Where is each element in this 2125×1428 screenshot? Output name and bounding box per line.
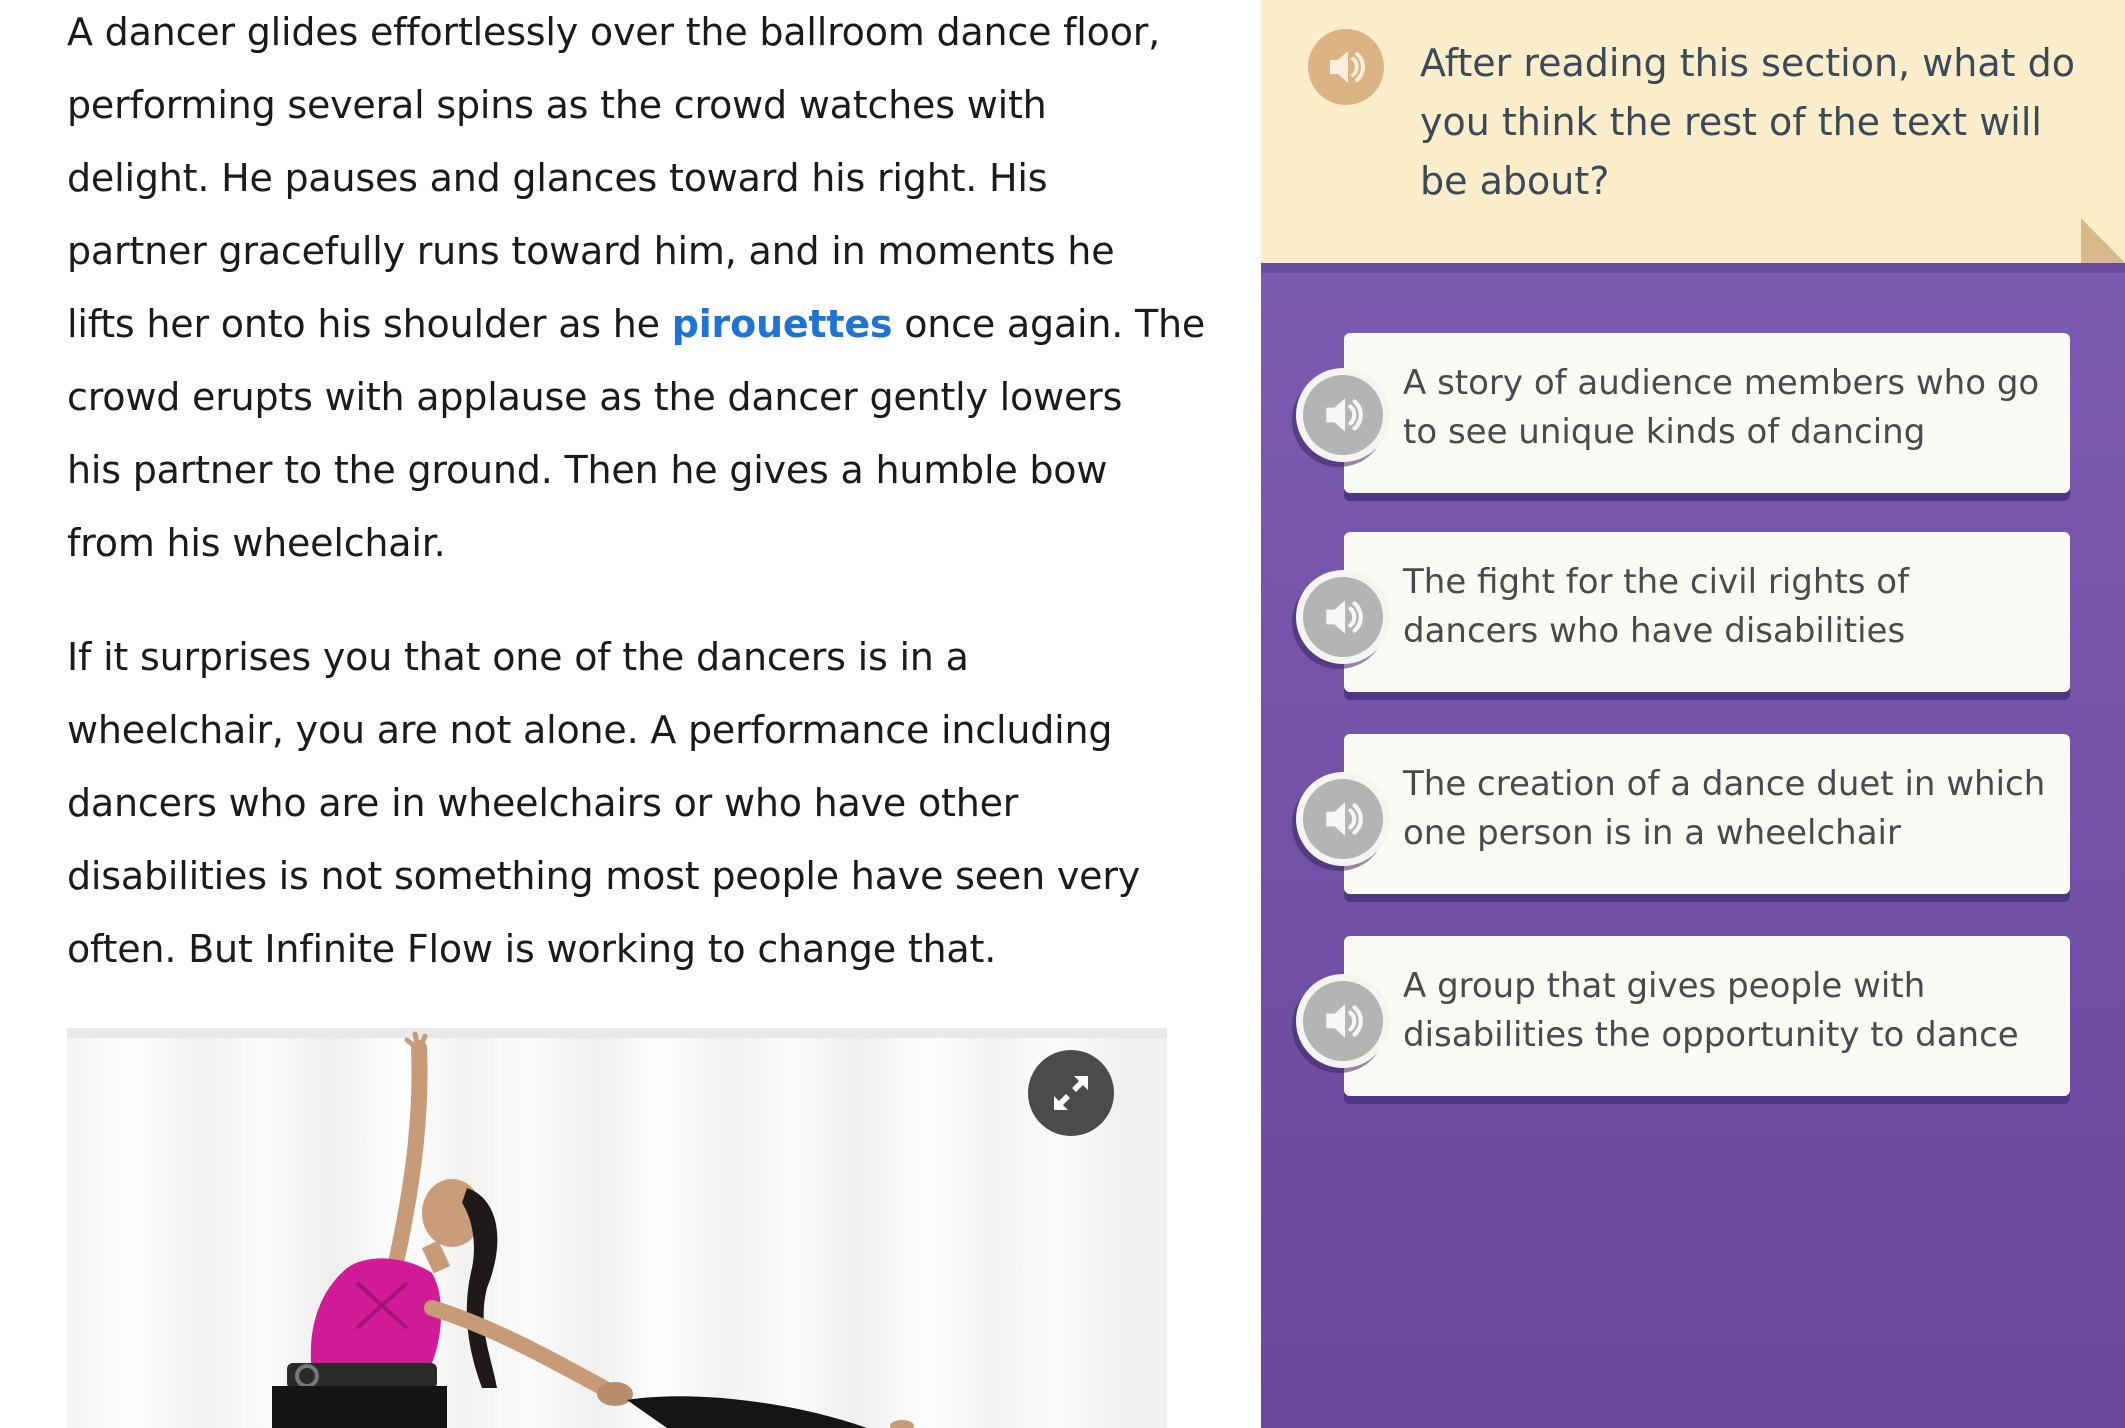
vocabulary-word-link[interactable]: pirouettes xyxy=(672,302,893,346)
passage-photo xyxy=(67,1028,1167,1428)
text-line: crowd erupts with applause as the dancer… xyxy=(67,375,1123,419)
question-panel: After reading this section, what do you … xyxy=(1261,0,2125,1428)
text-line: performing several spins as the crowd wa… xyxy=(67,83,1047,127)
prompt-corner-fold xyxy=(2081,218,2125,263)
answer-choice-3[interactable]: The creation of a dance duet in which on… xyxy=(1344,734,2070,894)
text-segment: lifts her onto his shoulder as he xyxy=(67,302,672,346)
question-prompt-card: After reading this section, what do you … xyxy=(1261,0,2125,263)
expand-image-button[interactable] xyxy=(1028,1050,1114,1136)
expand-arrows-icon xyxy=(1054,1076,1088,1110)
prompt-audio-button[interactable] xyxy=(1308,29,1384,105)
text-line: wheelchair, you are not alone. A perform… xyxy=(67,708,1113,752)
text-line: delight. He pauses and glances toward hi… xyxy=(67,156,1048,200)
text-line: from his wheelchair. xyxy=(67,521,446,565)
choice-2-audio-button[interactable] xyxy=(1296,570,1390,664)
answer-choice-text: A group that gives people with disabilit… xyxy=(1403,966,2019,1055)
choice-4-audio-button[interactable] xyxy=(1296,974,1390,1068)
answer-choice-text: A story of audience members who go to se… xyxy=(1403,363,2040,452)
choice-1-audio-button[interactable] xyxy=(1296,368,1390,462)
text-line: often. But Infinite Flow is working to c… xyxy=(67,927,997,971)
speaker-icon xyxy=(1326,802,1363,836)
passage-paragraph-1: A dancer glides effortlessly over the ba… xyxy=(67,0,1205,580)
dancer-illustration xyxy=(67,1028,1167,1428)
answer-choice-text: The fight for the civil rights of dancer… xyxy=(1403,562,1910,651)
choice-3-audio-button[interactable] xyxy=(1296,772,1390,866)
speaker-icon xyxy=(1326,1004,1363,1038)
speaker-icon xyxy=(1326,600,1363,634)
text-line: partner gracefully runs toward him, and … xyxy=(67,229,1115,273)
text-line: If it surprises you that one of the danc… xyxy=(67,635,969,679)
question-prompt-text: After reading this section, what do you … xyxy=(1420,41,2075,203)
reading-pane: A dancer glides effortlessly over the ba… xyxy=(0,0,1261,1428)
speaker-icon xyxy=(1330,51,1365,83)
text-line: A dancer glides effortlessly over the ba… xyxy=(67,10,1161,54)
answer-choice-2[interactable]: The fight for the civil rights of dancer… xyxy=(1344,532,2070,692)
prompt-shadow xyxy=(1261,263,2125,273)
answer-choice-1[interactable]: A story of audience members who go to se… xyxy=(1344,333,2070,493)
text-line: his partner to the ground. Then he gives… xyxy=(67,448,1108,492)
text-line: dancers who are in wheelchairs or who ha… xyxy=(67,781,1019,825)
text-segment: once again. The xyxy=(892,302,1206,346)
text-line: lifts her onto his shoulder as he piroue… xyxy=(67,288,1205,361)
text-line: disabilities is not something most peopl… xyxy=(67,854,1141,898)
passage-paragraph-2: If it surprises you that one of the danc… xyxy=(67,621,1187,986)
answer-choice-text: The creation of a dance duet in which on… xyxy=(1403,764,2046,853)
speaker-icon xyxy=(1326,398,1363,432)
answer-choice-4[interactable]: A group that gives people with disabilit… xyxy=(1344,936,2070,1096)
